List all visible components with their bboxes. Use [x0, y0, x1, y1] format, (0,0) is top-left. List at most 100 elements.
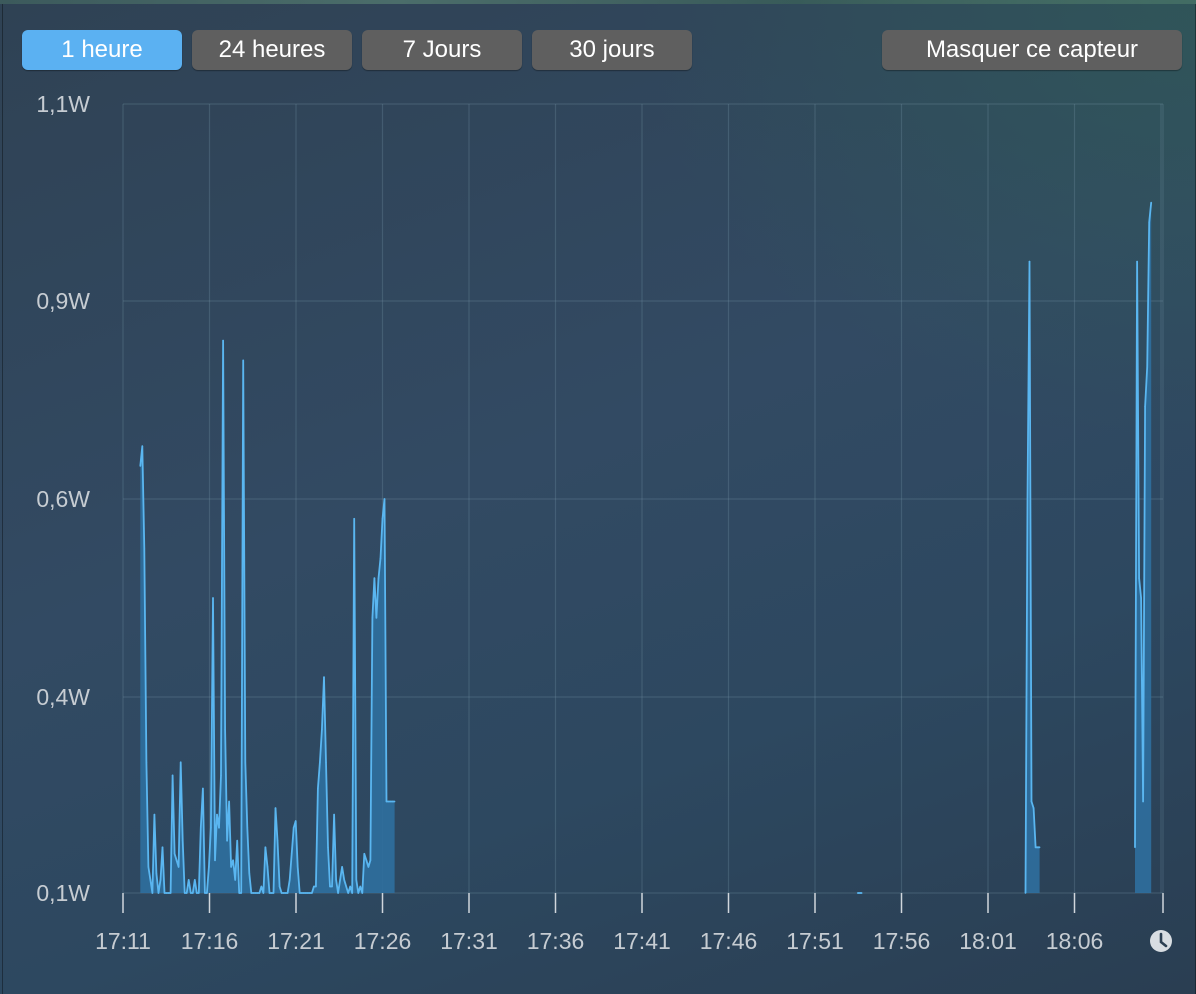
x-tick-label: 17:56 [873, 928, 931, 954]
y-tick-label: 1,1W [36, 91, 90, 117]
data-point [329, 885, 331, 888]
data-point [270, 892, 273, 894]
x-tick-label: 17:51 [786, 928, 844, 954]
data-point [311, 892, 313, 894]
data-point [389, 800, 392, 803]
data-point [254, 892, 257, 894]
data-point [192, 892, 194, 894]
data-point [179, 761, 182, 764]
clock-icon[interactable] [1150, 930, 1172, 952]
data-point [226, 839, 228, 842]
data-point [1148, 221, 1150, 223]
data-point [208, 866, 210, 868]
data-point [266, 866, 269, 868]
data-point [1140, 597, 1142, 599]
data-point [161, 846, 164, 849]
data-point [359, 885, 362, 888]
y-tick-label: 0,6W [36, 486, 90, 512]
data-point [212, 597, 214, 599]
data-point [387, 800, 390, 803]
data-point [171, 774, 174, 777]
data-point [1034, 846, 1037, 849]
data-point [242, 359, 244, 362]
data-point [317, 787, 319, 790]
data-point [250, 892, 253, 894]
data-point [313, 885, 315, 888]
data-point [1026, 498, 1029, 500]
data-point [325, 761, 327, 764]
data-point [264, 846, 267, 849]
data-point [1144, 405, 1146, 408]
data-point [1038, 846, 1041, 849]
data-point [361, 892, 364, 894]
data-point [230, 866, 232, 868]
data-point [214, 859, 216, 862]
data-point [333, 813, 335, 816]
data-point [296, 866, 299, 868]
x-tick-label: 17:41 [613, 928, 671, 954]
data-point [345, 885, 348, 888]
data-point [200, 826, 202, 829]
data-point [1032, 807, 1035, 809]
data-point [284, 892, 287, 894]
data-point [349, 885, 352, 888]
data-point [196, 892, 198, 894]
x-tick-label: 17:16 [181, 928, 239, 954]
data-point [177, 866, 180, 868]
data-point [151, 892, 154, 894]
data-point [145, 761, 148, 764]
data-point [167, 892, 170, 894]
data-point [274, 807, 277, 809]
data-point [280, 892, 283, 894]
y-tick-label: 0,1W [36, 880, 90, 906]
data-point [327, 846, 329, 849]
data-point [385, 800, 388, 803]
data-point [323, 676, 325, 678]
data-point [341, 866, 343, 868]
y-tick-label: 0,9W [36, 288, 90, 314]
data-point [256, 892, 259, 894]
data-point [236, 839, 238, 842]
data-point [1136, 260, 1138, 263]
data-point [860, 892, 863, 894]
x-tick-label: 17:31 [440, 928, 498, 954]
x-axis-ticks: 17:11 17:16 17:21 17:26 17:31 17:36 17:41 17:46… [95, 893, 1164, 954]
data-point [139, 465, 142, 467]
data-point [204, 892, 206, 894]
data-point [1138, 577, 1140, 579]
data-point [194, 879, 196, 881]
data-point [307, 892, 309, 894]
data-point [153, 813, 156, 816]
data-point [147, 866, 150, 868]
x-tick-label: 18:06 [1046, 928, 1104, 954]
data-point [198, 892, 200, 894]
data-point [252, 892, 255, 894]
data-point [305, 892, 307, 894]
data-point [375, 617, 378, 619]
series-line-0 [139, 339, 395, 894]
data-point [246, 826, 249, 829]
data-point [1150, 201, 1152, 204]
x-tick-label: 17:36 [527, 928, 585, 954]
power-chart: 1,1W 0,9W 0,6W 0,4W 0,1W 17:11 17:16 17:21 17:2… [36, 91, 1172, 954]
x-tick-label: 17:46 [700, 928, 758, 954]
data-point [290, 853, 293, 855]
x-tick-label: 17:21 [267, 928, 325, 954]
data-point [377, 577, 380, 579]
data-point [210, 826, 212, 829]
data-point [232, 859, 234, 862]
data-point [187, 879, 190, 881]
data-point [1142, 800, 1144, 803]
data-point [234, 879, 236, 881]
data-point [272, 892, 275, 894]
data-point [169, 892, 172, 894]
data-point [262, 892, 265, 894]
chart-areas [140, 202, 1152, 894]
data-point [1030, 800, 1033, 803]
chart-lines [139, 201, 1153, 894]
data-point [143, 547, 146, 550]
data-point [175, 859, 178, 862]
data-point [303, 892, 305, 894]
data-point [260, 885, 263, 888]
data-point [165, 892, 168, 894]
